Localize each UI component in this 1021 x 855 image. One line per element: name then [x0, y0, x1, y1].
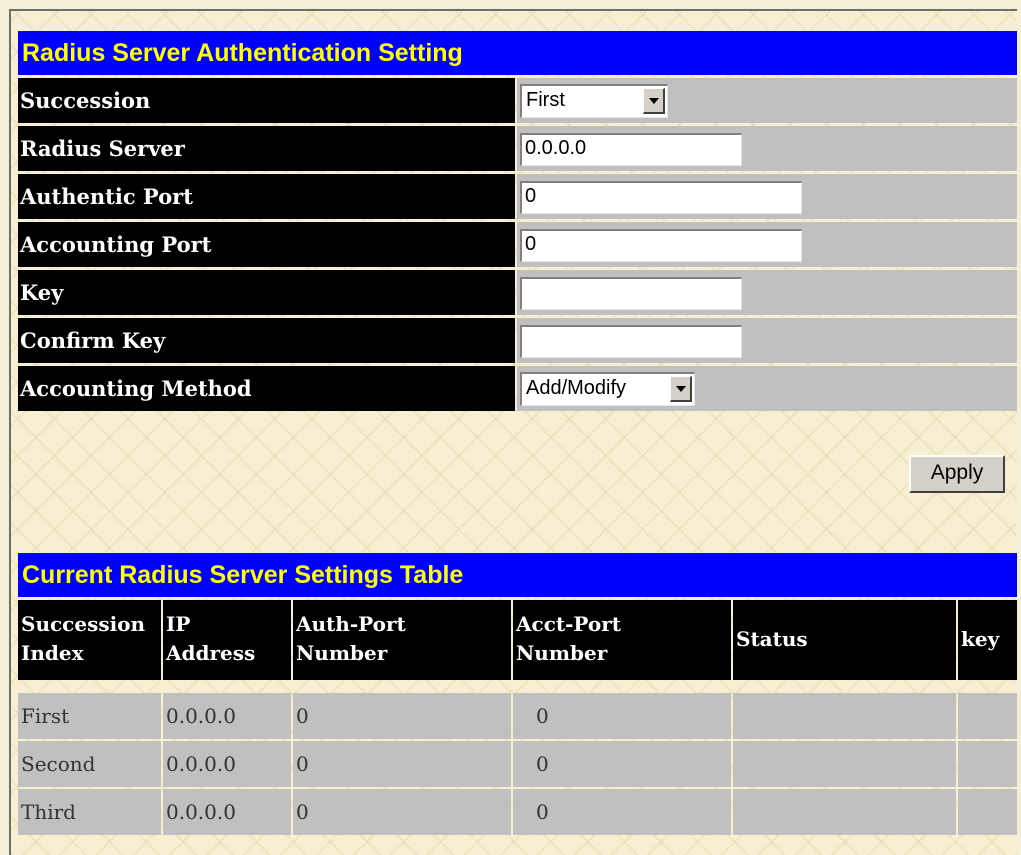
table-cell-status: [733, 789, 956, 835]
confirm-key-label: Confirm Key: [18, 318, 515, 363]
table-cell-acct-port: 0: [513, 789, 731, 835]
table-cell-status: [733, 741, 956, 787]
key-input[interactable]: [520, 277, 742, 310]
authentic-port-label: Authentic Port: [18, 174, 515, 219]
accounting-port-label: Accounting Port: [18, 222, 515, 267]
radius-server-input[interactable]: 0.0.0.0: [520, 133, 742, 166]
table-cell-succession: Third: [18, 789, 161, 835]
radius-server-label: Radius Server: [18, 126, 515, 171]
accounting-method-value: Add/Modify: [526, 377, 627, 399]
table-cell-ip: 0.0.0.0: [163, 789, 291, 835]
table-cell-ip: 0.0.0.0: [163, 693, 291, 739]
col-acct-port: Acct-Port Number: [513, 600, 731, 680]
succession-row: Succession First: [18, 78, 1017, 125]
col-auth-port: Auth-Port Number: [293, 600, 511, 680]
table-cell-succession: First: [18, 693, 161, 739]
table-cell-auth-port: 0: [293, 789, 511, 835]
table-cell-key: [958, 741, 1017, 787]
key-label: Key: [18, 270, 515, 315]
confirm-key-input[interactable]: [520, 325, 742, 358]
accounting-method-row: Accounting Method Add/Modify: [18, 366, 1017, 413]
authentic-port-input[interactable]: 0: [520, 181, 802, 214]
col-ip-address: IP Address: [163, 600, 291, 680]
table-cell-succession: Second: [18, 741, 161, 787]
authentic-port-row: Authentic Port 0: [18, 174, 1017, 221]
accounting-method-label: Accounting Method: [18, 366, 515, 411]
table-cell-key: [958, 693, 1017, 739]
table-cell-acct-port: 0: [513, 741, 731, 787]
accounting-port-input[interactable]: 0: [520, 229, 802, 262]
auth-setting-header: Radius Server Authentication Setting: [18, 31, 1017, 75]
col-key: key: [958, 600, 1017, 680]
succession-label: Succession: [18, 78, 515, 123]
table-title: Current Radius Server Settings Table: [18, 553, 1017, 597]
accounting-port-row: Accounting Port 0: [18, 222, 1017, 269]
table-cell-ip: 0.0.0.0: [163, 741, 291, 787]
table-cell-status: [733, 693, 956, 739]
table-cell-key: [958, 789, 1017, 835]
chevron-down-icon[interactable]: [643, 88, 665, 114]
table-cell-acct-port: 0: [513, 693, 731, 739]
accounting-method-select[interactable]: Add/Modify: [520, 372, 695, 406]
col-status: Status: [733, 600, 956, 680]
succession-select[interactable]: First: [520, 84, 668, 118]
apply-button[interactable]: Apply: [909, 455, 1005, 493]
table-cell-auth-port: 0: [293, 741, 511, 787]
succession-value: First: [526, 89, 565, 111]
table-cell-auth-port: 0: [293, 693, 511, 739]
chevron-down-icon[interactable]: [670, 376, 692, 402]
col-succession-index: Succession Index: [18, 600, 161, 680]
radius-server-row: Radius Server 0.0.0.0: [18, 126, 1017, 173]
confirm-key-row: Confirm Key: [18, 318, 1017, 365]
key-row: Key: [18, 270, 1017, 317]
